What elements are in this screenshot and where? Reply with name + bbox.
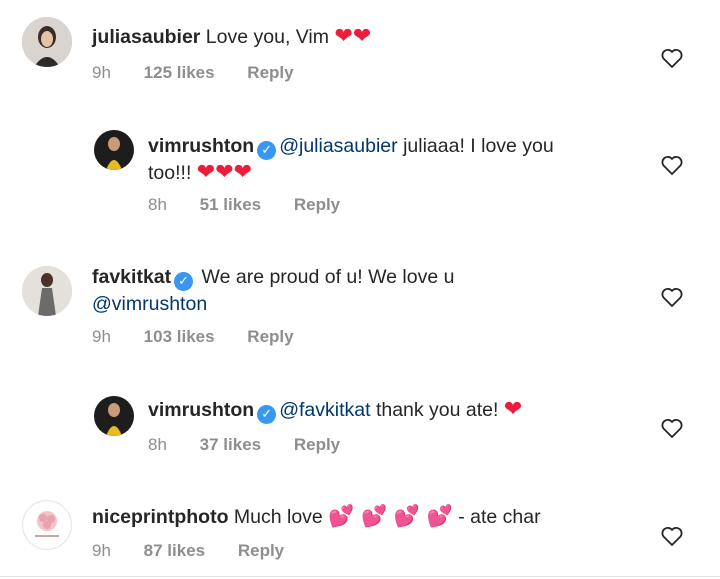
likes-count[interactable]: 125 likes — [144, 63, 215, 83]
reply-button[interactable]: Reply — [294, 435, 340, 455]
comment-text: vimrushton ✓ @favkitkat thank you ate! ❤ — [148, 397, 522, 424]
comment-meta: 9h 87 likes Reply — [92, 541, 284, 561]
comment-body: We are proud of u! We love u — [201, 266, 455, 288]
avatar-favkitkat[interactable] — [22, 266, 72, 316]
comment-body: thank you ate! — [375, 399, 499, 421]
reply-button[interactable]: Reply — [247, 63, 293, 83]
comment-body: Much love — [233, 506, 323, 528]
reply-button[interactable]: Reply — [294, 195, 340, 215]
timestamp: 8h — [148, 195, 167, 214]
verified-badge-icon: ✓ — [174, 272, 194, 291]
like-heart-icon[interactable] — [660, 285, 684, 309]
comment-meta: 9h 125 likes Reply — [92, 63, 294, 83]
likes-count[interactable]: 51 likes — [200, 195, 261, 215]
timestamp: 9h — [92, 327, 111, 346]
likes-count[interactable]: 37 likes — [200, 435, 261, 455]
username-link[interactable]: vimrushton — [148, 399, 254, 421]
comment-body-cont: - ate char — [452, 506, 541, 528]
verified-badge-icon: ✓ — [257, 405, 277, 424]
username-link[interactable]: niceprintphoto — [92, 506, 228, 528]
like-heart-icon[interactable] — [660, 46, 684, 70]
mention-link[interactable]: @vimrushton — [92, 293, 207, 315]
like-heart-icon[interactable] — [660, 153, 684, 177]
heart-emoji: ❤ — [503, 397, 523, 422]
comment-body: Love you, Vim — [205, 26, 330, 48]
username-link[interactable]: vimrushton — [148, 135, 254, 157]
comment-text: juliasaubier Love you, Vim ❤❤ — [92, 24, 371, 50]
like-heart-icon[interactable] — [660, 524, 684, 548]
likes-count[interactable]: 87 likes — [144, 541, 205, 561]
comment-text: vimrushton ✓ @juliasaubier juliaaa! I love… — [148, 133, 618, 186]
comment-meta: 8h 37 likes Reply — [148, 435, 340, 455]
reply-button[interactable]: Reply — [247, 327, 293, 347]
timestamp: 9h — [92, 63, 111, 82]
heart-emoji: ❤❤❤ — [196, 160, 253, 185]
avatar-vimrushton[interactable] — [94, 396, 134, 436]
timestamp: 8h — [148, 435, 167, 454]
mention-link[interactable]: @favkitkat — [279, 399, 370, 421]
comment-meta: 8h 51 likes Reply — [148, 195, 340, 215]
comment-body: juliaaa! I love you — [403, 135, 554, 157]
avatar-vimrushton[interactable] — [94, 130, 134, 170]
comment-text: niceprintphoto Much love 💕 💕 💕 💕 - ate c… — [92, 503, 541, 530]
username-link[interactable]: favkitkat — [92, 266, 171, 288]
divider — [0, 576, 720, 577]
username-link[interactable]: juliasaubier — [92, 26, 200, 48]
comment-body-cont: too!!! — [148, 162, 192, 184]
timestamp: 9h — [92, 541, 111, 560]
comment-text: favkitkat ✓ We are proud of u! We love u … — [92, 264, 592, 317]
verified-badge-icon: ✓ — [257, 141, 277, 160]
avatar-juliasaubier[interactable] — [22, 17, 72, 67]
mention-link[interactable]: @juliasaubier — [279, 135, 397, 157]
heart-emoji: ❤❤ — [334, 24, 372, 49]
avatar-niceprintphoto[interactable] — [22, 500, 72, 550]
likes-count[interactable]: 103 likes — [144, 327, 215, 347]
reply-button[interactable]: Reply — [238, 541, 284, 561]
like-heart-icon[interactable] — [660, 416, 684, 440]
comment-meta: 9h 103 likes Reply — [92, 327, 294, 347]
two-hearts-emoji: 💕 💕 💕 💕 — [328, 504, 453, 528]
